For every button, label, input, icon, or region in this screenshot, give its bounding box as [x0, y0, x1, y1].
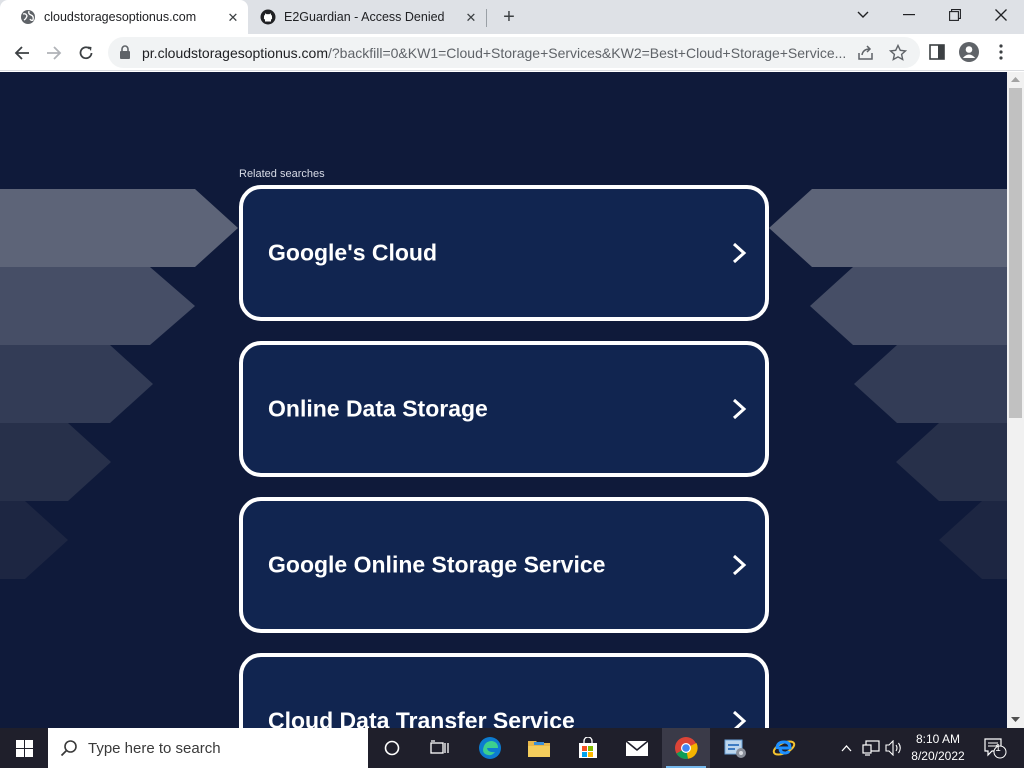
- page-scrollbar[interactable]: [1007, 72, 1024, 728]
- tab-title: cloudstoragesoptionus.com: [44, 10, 197, 24]
- related-search-link[interactable]: Cloud Data Transfer Service: [239, 653, 769, 728]
- side-panel-icon: [929, 44, 945, 60]
- search-icon: [60, 740, 77, 757]
- edge-taskbar-app[interactable]: [466, 728, 514, 768]
- share-icon[interactable]: [856, 43, 876, 63]
- related-search-label: Google Online Storage Service: [268, 551, 606, 578]
- url-text[interactable]: pr.cloudstoragesoptionus.com/?backfill=0…: [142, 45, 848, 61]
- arrow-left-icon: [14, 46, 29, 60]
- new-tab-button[interactable]: +: [498, 6, 520, 28]
- lock-icon[interactable]: [118, 45, 132, 59]
- scrollbar-thumb[interactable]: [1009, 88, 1022, 418]
- start-button[interactable]: [0, 728, 48, 768]
- page-content: Related searches Google's Cloud Online D…: [0, 72, 1007, 728]
- tab-close-icon[interactable]: ✕: [224, 8, 242, 26]
- edge-icon: [479, 737, 501, 759]
- github-icon: [260, 9, 276, 25]
- show-hidden-icons-button[interactable]: [836, 728, 856, 768]
- task-view-icon: [430, 740, 449, 754]
- bookmark-star-icon[interactable]: [888, 43, 908, 63]
- related-search-link[interactable]: Online Data Storage: [239, 341, 769, 477]
- related-searches-heading: Related searches: [239, 168, 325, 180]
- browser-toolbar: pr.cloudstoragesoptionus.com/?backfill=0…: [0, 34, 1024, 71]
- chrome-icon: [675, 737, 698, 759]
- avatar-icon: [959, 42, 979, 62]
- restore-icon: [949, 9, 961, 21]
- clock-time: 8:10 AM: [915, 732, 961, 746]
- minimize-icon: [903, 14, 915, 16]
- cortana-circle-icon: [384, 740, 400, 756]
- reload-icon: [79, 46, 93, 60]
- chrome-taskbar-app[interactable]: [662, 728, 710, 768]
- related-search-label: Online Data Storage: [268, 395, 488, 422]
- mail-envelope-icon: [625, 740, 649, 756]
- control-panel-icon: [724, 739, 746, 758]
- forward-button[interactable]: [40, 39, 68, 67]
- mail-taskbar-app[interactable]: [613, 728, 661, 768]
- clock-date: 8/20/2022: [911, 749, 965, 763]
- minimize-button[interactable]: [886, 0, 932, 30]
- profile-button[interactable]: [958, 41, 980, 63]
- related-search-link[interactable]: Google's Cloud: [239, 185, 769, 321]
- tab-title: E2Guardian - Access Denied: [284, 10, 445, 24]
- file-explorer-taskbar-app[interactable]: [515, 728, 563, 768]
- restore-button[interactable]: [932, 0, 978, 30]
- cortana-button[interactable]: [368, 728, 416, 768]
- taskbar-clock[interactable]: 8:10 AM 8/20/2022: [900, 731, 976, 765]
- url-path: /?backfill=0&KW1=Cloud+Storage+Services&…: [328, 45, 847, 61]
- close-window-button[interactable]: [978, 0, 1024, 30]
- related-search-label: Cloud Data Transfer Service: [268, 707, 575, 729]
- chevron-right-icon: [732, 554, 747, 576]
- tab-close-icon[interactable]: ✕: [462, 8, 480, 26]
- close-icon: [995, 9, 1007, 21]
- task-view-button[interactable]: [416, 728, 464, 768]
- side-panel-button[interactable]: [926, 41, 948, 63]
- windows-logo-icon: [15, 739, 33, 757]
- reload-button[interactable]: [72, 39, 100, 67]
- action-center-button[interactable]: 1: [980, 728, 1010, 768]
- back-button[interactable]: [8, 39, 36, 67]
- menu-button[interactable]: [990, 41, 1012, 63]
- arrow-right-icon: [47, 46, 62, 60]
- windows-taskbar: Type here to search 8:10 AM 8/20/2022 1: [0, 728, 1024, 768]
- tab-separator: [486, 9, 487, 27]
- tab-e2guardian[interactable]: E2Guardian - Access Denied ✕: [248, 0, 486, 34]
- chevron-right-icon: [732, 398, 747, 420]
- address-bar[interactable]: pr.cloudstoragesoptionus.com/?backfill=0…: [108, 37, 920, 68]
- related-search-label: Google's Cloud: [268, 239, 438, 266]
- kebab-menu-icon: [999, 44, 1003, 60]
- scroll-down-arrow-icon[interactable]: [1011, 715, 1020, 724]
- store-bag-icon: [579, 737, 597, 758]
- internet-explorer-taskbar-app[interactable]: [760, 728, 808, 768]
- chevron-up-icon: [841, 744, 851, 751]
- internet-explorer-icon: [772, 740, 796, 756]
- store-taskbar-app[interactable]: [564, 728, 612, 768]
- network-tray-button[interactable]: [860, 728, 882, 768]
- chevron-down-icon: [857, 11, 869, 18]
- globe-icon: [21, 10, 35, 24]
- notification-count-badge: 1: [995, 743, 1001, 754]
- url-host: pr.cloudstoragesoptionus.com: [142, 45, 328, 61]
- taskbar-search-box[interactable]: Type here to search: [48, 728, 368, 768]
- folder-icon: [528, 741, 550, 757]
- control-panel-taskbar-app[interactable]: [711, 728, 759, 768]
- chevron-right-icon: [732, 242, 747, 264]
- chevron-right-icon: [732, 710, 747, 728]
- tab-strip: cloudstoragesoptionus.com ✕ E2Guardian -…: [0, 0, 1024, 34]
- search-placeholder: Type here to search: [88, 740, 221, 757]
- scroll-up-arrow-icon[interactable]: [1011, 75, 1020, 84]
- tab-cloudstorage[interactable]: cloudstoragesoptionus.com ✕: [0, 0, 248, 34]
- related-search-link[interactable]: Google Online Storage Service: [239, 497, 769, 633]
- network-icon: [862, 740, 880, 756]
- tab-search-button[interactable]: [840, 0, 886, 30]
